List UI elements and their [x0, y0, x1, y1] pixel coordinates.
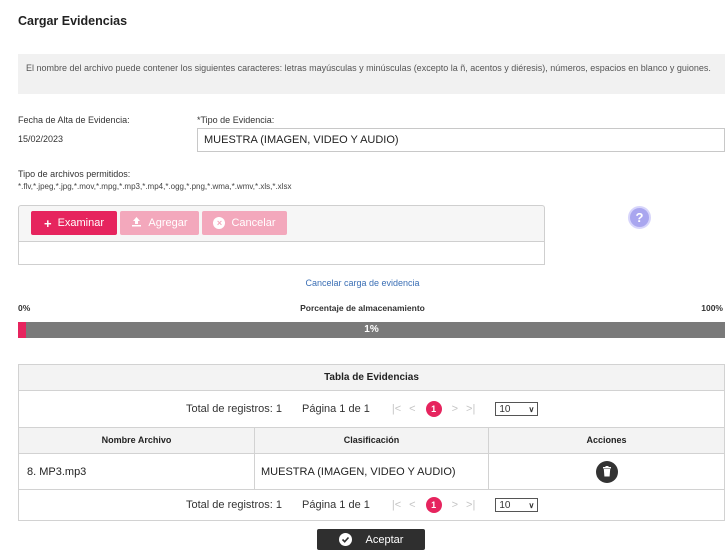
cancelar-label: Cancelar	[231, 217, 276, 229]
table-header-row: Nombre Archivo Clasificación Acciones	[19, 427, 724, 453]
storage-progress-bar: 1%	[18, 322, 725, 338]
agregar-button[interactable]: Agregar	[120, 211, 199, 235]
next-page-icon[interactable]: >	[452, 499, 458, 511]
upload-toolbar: + Examinar Agregar × Cancelar	[18, 205, 545, 241]
cancelar-carga-link[interactable]: Cancelar carga de evidencia	[0, 278, 725, 288]
aceptar-label: Aceptar	[365, 533, 404, 546]
page-size-value: 10	[499, 499, 511, 511]
current-page-badge[interactable]: 1	[425, 401, 442, 417]
close-circle-icon: ×	[213, 217, 226, 229]
tipo-evidencia-select[interactable]: MUESTRA (IMAGEN, VIDEO Y AUDIO)	[197, 128, 725, 152]
cell-nombre: 8. MP3.mp3	[19, 454, 255, 489]
agregar-label: Agregar	[148, 217, 188, 229]
help-icon[interactable]: ?	[628, 206, 651, 229]
allowed-label: Tipo de archivos permitidos:	[18, 169, 131, 179]
prev-page-icon[interactable]: <	[409, 403, 415, 415]
pager-total: Total de registros: 1	[186, 499, 282, 511]
storage-label: Porcentaje de almacenamiento	[300, 303, 425, 313]
allowed-types: *.flv,*.jpeg,*.jpg,*.mov,*.mpg,*.mp3,*.m…	[18, 182, 292, 191]
storage-max-label: 100%	[701, 303, 723, 313]
aceptar-button[interactable]: Aceptar	[317, 529, 425, 550]
fecha-label: Fecha de Alta de Evidencia:	[18, 115, 130, 125]
tipo-evidencia-value: MUESTRA (IMAGEN, VIDEO Y AUDIO)	[204, 134, 399, 146]
evidence-table: Tabla de Evidencias Total de registros: …	[18, 364, 725, 521]
pager-page: Página 1 de 1	[302, 403, 370, 415]
column-acciones: Acciones	[586, 435, 627, 445]
current-page-badge[interactable]: 1	[425, 497, 442, 513]
first-page-icon[interactable]: |<	[392, 499, 401, 511]
cancelar-carga-label[interactable]: Cancelar carga de evidencia	[305, 278, 419, 288]
page-size-select[interactable]: 10 ∨	[495, 402, 539, 416]
examinar-button[interactable]: + Examinar	[31, 211, 117, 235]
cell-acciones	[489, 454, 724, 489]
info-text: El nombre del archivo puede contener los…	[26, 63, 711, 73]
file-list-input[interactable]	[18, 241, 545, 265]
examinar-label: Examinar	[57, 217, 105, 229]
next-page-icon[interactable]: >	[452, 403, 458, 415]
prev-page-icon[interactable]: <	[409, 499, 415, 511]
plus-icon: +	[43, 215, 52, 231]
cancelar-button[interactable]: × Cancelar	[202, 211, 287, 235]
page-size-value: 10	[499, 403, 511, 415]
first-page-icon[interactable]: |<	[392, 403, 401, 415]
table-row: 8. MP3.mp3 MUESTRA (IMAGEN, VIDEO Y AUDI…	[19, 453, 724, 489]
chevron-down-icon: ∨	[528, 404, 535, 414]
chevron-down-icon: ∨	[528, 500, 535, 510]
pager-bottom: Total de registros: 1 Página 1 de 1 |< <…	[19, 489, 724, 520]
page-size-select[interactable]: 10 ∨	[495, 498, 539, 512]
column-nombre: Nombre Archivo	[19, 428, 255, 453]
pager-top: Total de registros: 1 Página 1 de 1 |< <…	[19, 391, 724, 427]
pager-total: Total de registros: 1	[186, 403, 282, 415]
tipo-label: *Tipo de Evidencia:	[197, 115, 275, 125]
column-clasificacion: Clasificación	[255, 428, 489, 453]
cell-clasificacion: MUESTRA (IMAGEN, VIDEO Y AUDIO)	[255, 454, 489, 489]
info-box: El nombre del archivo puede contener los…	[18, 54, 725, 94]
table-title: Tabla de Evidencias	[19, 365, 724, 391]
fecha-value: 15/02/2023	[18, 134, 64, 144]
check-circle-icon	[338, 533, 352, 546]
storage-percent: 1%	[364, 324, 379, 335]
trash-icon[interactable]	[595, 460, 618, 483]
last-page-icon[interactable]: >|	[466, 403, 475, 415]
pager-page: Página 1 de 1	[302, 499, 370, 511]
upload-icon	[131, 216, 142, 230]
last-page-icon[interactable]: >|	[466, 499, 475, 511]
page-title: Cargar Evidencias	[18, 14, 128, 28]
